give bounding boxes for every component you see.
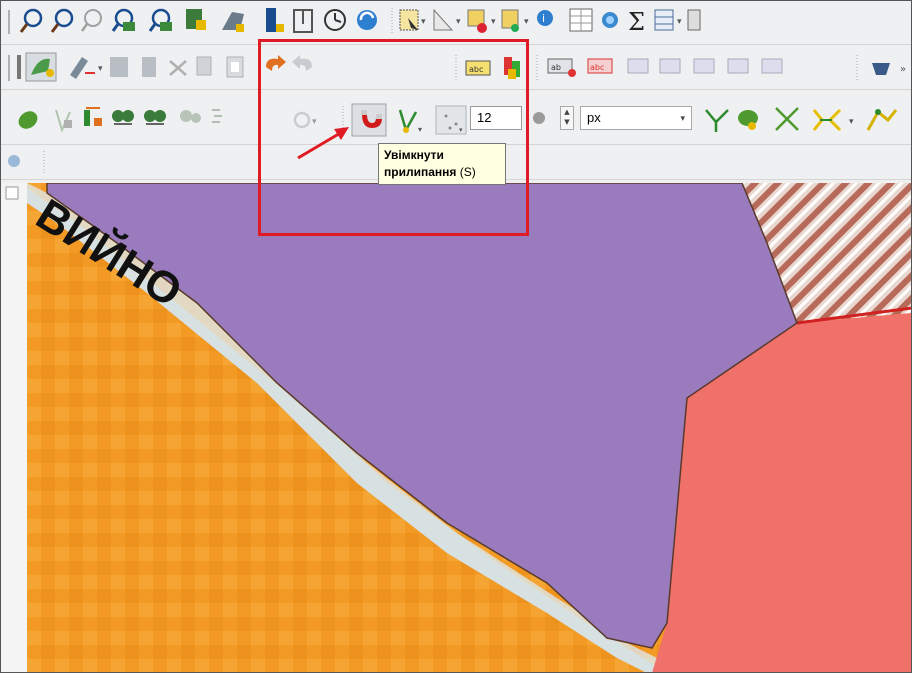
change-label-icon[interactable]	[693, 58, 715, 74]
offset-curve-icon[interactable]	[212, 109, 222, 123]
open-table-icon[interactable]	[654, 9, 674, 31]
toolbar-handle-icon[interactable]	[8, 10, 10, 34]
select-dropdown-icon: ▾	[421, 17, 426, 27]
svg-text:abc: abc	[469, 65, 483, 74]
tolerance-spinbox-icon[interactable]: ▲ ▼	[560, 106, 574, 130]
toolbar-handle-icon[interactable]	[8, 55, 10, 81]
snapping-type-icon[interactable]: ▾	[435, 105, 467, 135]
deselect-icon[interactable]	[467, 9, 487, 33]
svg-text:ab: ab	[551, 63, 561, 72]
save-edits-dropdown-icon: ▾	[98, 64, 103, 74]
delete-icon[interactable]	[142, 57, 156, 77]
delete-ring-icon[interactable]	[775, 107, 799, 131]
zoom-in-icon[interactable]	[80, 9, 102, 32]
split-parts-icon[interactable]	[812, 108, 842, 132]
overflow-icon: »	[900, 64, 906, 75]
deselect-dropdown-icon: ▾	[491, 17, 496, 27]
copy-icon[interactable]	[196, 56, 212, 76]
clear-input-icon[interactable]	[533, 112, 545, 124]
zoom-out-icon[interactable]	[111, 8, 135, 32]
select-location-dropdown-icon: ▾	[524, 17, 529, 27]
attribute-table-icon[interactable]	[569, 8, 593, 32]
sum-icon[interactable]: Σ	[628, 8, 645, 36]
temporal-clock-icon[interactable]	[324, 9, 346, 31]
show-hide-label-icon[interactable]: abc	[587, 58, 613, 74]
digitizing-toolbar: ▾ abc ab abc »	[0, 45, 912, 90]
pan-map-icon[interactable]	[19, 8, 43, 33]
layer-label-icon[interactable]	[504, 57, 520, 79]
chevron-down-icon: ▾	[680, 113, 685, 123]
extra-tool-icon[interactable]	[687, 9, 701, 31]
svg-text:abc: abc	[590, 63, 604, 72]
add-feature-icon[interactable]	[110, 57, 128, 77]
advanced-digitizing-toolbar: ▾ ▾ ▾ ▾	[0, 96, 912, 145]
undo-icon[interactable]	[266, 55, 286, 71]
select-location-icon[interactable]	[501, 9, 519, 32]
map-render: ВИЙНО	[27, 183, 912, 673]
toolbar-row-1-icons: ▾ ▾ ▾ ▾ i Σ ▾	[8, 8, 701, 36]
toolbar-row-3-icons: ▾ ▾ ▾ ▾	[15, 103, 898, 137]
enable-snapping-icon[interactable]	[351, 103, 387, 137]
zoom-layer-icon[interactable]	[186, 9, 206, 30]
select-by-value-icon[interactable]	[433, 8, 454, 31]
merge-features-icon[interactable]	[112, 110, 134, 125]
redo-icon[interactable]	[292, 55, 312, 71]
globe-icon[interactable]	[8, 155, 20, 167]
rotate-label-icon[interactable]	[659, 58, 681, 74]
reshape-icon[interactable]	[180, 110, 201, 123]
identify-icon[interactable]: i	[537, 10, 553, 26]
digitize-icon[interactable]	[872, 63, 890, 75]
zoom-full-icon[interactable]	[148, 8, 172, 32]
current-edits-icon[interactable]	[17, 55, 21, 79]
snapping-tooltip: Увімкнути прилипання (S)	[378, 143, 506, 185]
select-features-icon[interactable]	[399, 9, 419, 31]
label-callout-icon[interactable]	[761, 58, 783, 74]
map-canvas[interactable]: ВИЙНО	[27, 183, 912, 673]
qgis-window: ▾ ▾ ▾ ▾ i Σ ▾ ▾ abc ab abc » ▾ ▾ ▾ ▾ 12 …	[0, 0, 912, 673]
svg-text:▾: ▾	[459, 126, 463, 134]
open-table-dropdown-icon: ▾	[677, 17, 682, 27]
tooltip-title-line2: прилипання	[384, 165, 457, 179]
units-selected-value: px	[587, 110, 601, 125]
zoom-last-icon[interactable]	[266, 8, 284, 32]
move-label-icon[interactable]	[627, 58, 649, 74]
pan-to-selection-icon[interactable]	[50, 8, 74, 33]
statistics-icon[interactable]	[602, 12, 618, 28]
simplify-icon[interactable]	[866, 109, 898, 131]
toggle-editing-icon[interactable]	[25, 52, 57, 82]
zoom-next-icon[interactable]	[293, 9, 313, 33]
refresh-icon[interactable]	[357, 10, 377, 30]
panel-edge-icons	[5, 186, 19, 200]
select-by-value-dropdown-icon: ▾	[456, 17, 461, 27]
layers-panel-edge[interactable]	[0, 183, 28, 673]
svg-text:▾: ▾	[418, 125, 422, 134]
tooltip-shortcut: (S)	[459, 165, 476, 179]
tooltip-title-line1: Увімкнути	[384, 148, 444, 162]
panel-close-icon[interactable]	[5, 186, 19, 200]
svg-text:▾: ▾	[312, 117, 317, 127]
paste-icon[interactable]	[226, 56, 244, 78]
svg-text:i: i	[542, 12, 545, 25]
toolbar-row-2-icons: ▾ abc ab abc »	[8, 52, 906, 82]
map-navigation-toolbar: ▾ ▾ ▾ ▾ i Σ ▾	[0, 0, 912, 45]
snapping-tolerance-input[interactable]: 12	[470, 106, 522, 130]
split-parts-dropdown-icon: ▾	[849, 117, 854, 127]
cut-icon[interactable]	[169, 60, 187, 76]
split-features-icon[interactable]	[84, 107, 102, 126]
pin-label-icon[interactable]: ab	[547, 58, 576, 77]
svg-text:Σ: Σ	[628, 8, 645, 36]
label-property-icon[interactable]	[727, 58, 749, 74]
snapping-layers-icon[interactable]: ▾	[398, 109, 422, 134]
save-edits-icon[interactable]	[70, 57, 95, 79]
trace-icon[interactable]	[705, 109, 729, 132]
vertex-tool-icon[interactable]	[55, 109, 72, 133]
label-icon[interactable]: abc	[465, 60, 491, 76]
fill-ring-icon[interactable]	[738, 110, 758, 130]
rotate-feature-icon[interactable]: ▾	[293, 111, 317, 129]
merge-attributes-icon[interactable]	[144, 110, 166, 125]
zoom-native-icon[interactable]	[222, 12, 244, 32]
polygon-add-ring-icon[interactable]	[15, 108, 41, 133]
snapping-units-select[interactable]: px ▾	[580, 106, 692, 130]
